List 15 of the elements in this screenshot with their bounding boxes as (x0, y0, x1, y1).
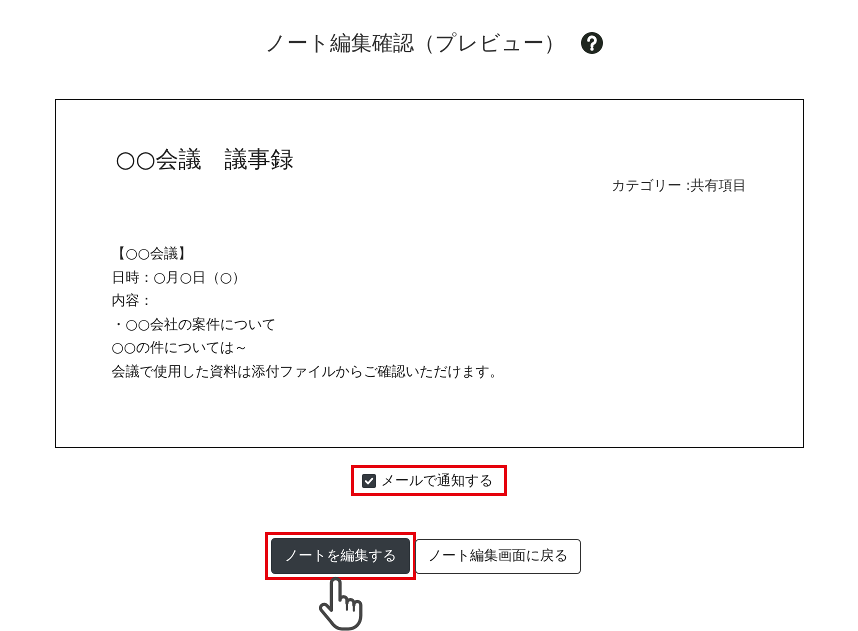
category-label: カテゴリー :共有項目 (611, 177, 746, 196)
body-text-line: 【○○会議】 (112, 245, 193, 264)
help-icon[interactable] (581, 32, 603, 54)
body-text-line: 会議で使用した資料は添付ファイルからご確認いただけます。 (112, 362, 504, 382)
pointer-hand-icon (317, 576, 365, 631)
edit-note-button[interactable]: ノートを編集する (271, 538, 410, 574)
page-title: ノート編集確認（プレビュー） (265, 30, 565, 57)
notify-label[interactable]: メールで通知する (381, 470, 493, 490)
body-text-line: ○○の件については～ (112, 339, 249, 358)
body-text-line: ・○○会社の案件について (112, 316, 277, 334)
note-title: ○○会議 議事録 (114, 146, 295, 175)
body-text-line: 日時：○月○日（○） (112, 268, 248, 288)
body-text-line: 内容： (112, 292, 154, 311)
notify-checkbox[interactable] (362, 474, 376, 488)
back-button[interactable]: ノート編集画面に戻る (415, 538, 581, 574)
